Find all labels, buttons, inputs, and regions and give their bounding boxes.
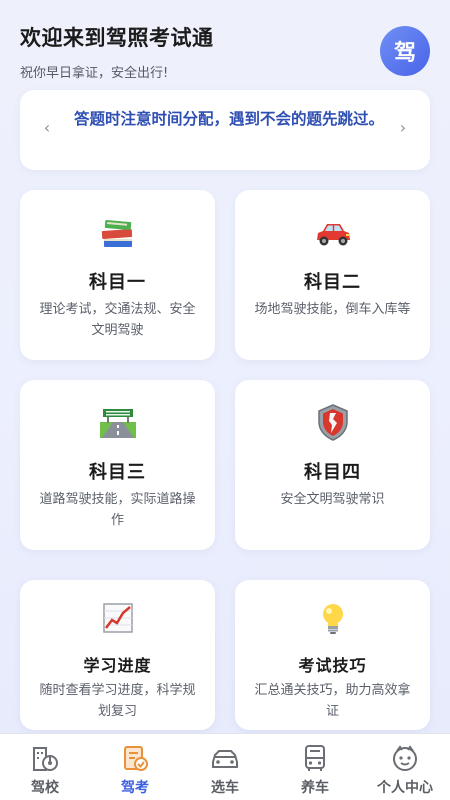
card-title: 科目四 [304, 462, 361, 483]
tab-label: 驾考 [121, 780, 149, 796]
tip-carousel: ‹ 答题时注意时间分配，遇到不会的题先跳过。 › [20, 90, 430, 170]
page-title: 欢迎来到驾照考试通 [20, 26, 214, 50]
tab-choose-car[interactable]: 选车 [180, 734, 270, 800]
road-icon [20, 402, 215, 442]
school-icon [0, 742, 90, 774]
profile-icon [360, 742, 450, 774]
tip-text: 答题时注意时间分配，遇到不会的题先跳过。 [73, 110, 384, 128]
page-subtitle: 祝你早日拿证，安全出行! [20, 66, 169, 81]
tab-label: 选车 [211, 780, 239, 796]
card-subject-two[interactable]: 科目二 场地驾驶技能，倒车入库等 [235, 190, 430, 360]
tab-driving-exam[interactable]: 驾考 [90, 734, 180, 800]
card-title: 学习进度 [83, 656, 152, 675]
car-outline-icon [180, 742, 270, 774]
card-subject-one[interactable]: 科目一 理论考试，交通法规、安全文明驾驶 [20, 190, 215, 360]
bottom-tab-bar: 驾校 驾考 选车 养车 个人中心 [0, 733, 450, 800]
car-icon [235, 212, 430, 252]
tab-profile[interactable]: 个人中心 [360, 734, 450, 800]
exam-icon [90, 742, 180, 774]
card-title: 考试技巧 [298, 656, 367, 675]
card-subject-four[interactable]: 科目四 安全文明驾驶常识 [235, 380, 430, 550]
chevron-right-icon[interactable]: › [394, 118, 412, 137]
card-description: 理论考试，交通法规、安全文明驾驶 [39, 302, 196, 338]
header: 欢迎来到驾照考试通 祝你早日拿证，安全出行! [20, 22, 214, 81]
card-description: 随时查看学习进度，科学规划复习 [39, 683, 196, 719]
card-title: 科目三 [89, 462, 146, 483]
card-description: 汇总通关技巧，助力高效拿证 [254, 683, 411, 719]
tab-label: 个人中心 [377, 780, 433, 796]
card-exam-tips[interactable]: 考试技巧 汇总通关技巧，助力高效拿证 [235, 580, 430, 730]
tab-driving-school[interactable]: 驾校 [0, 734, 90, 800]
card-title: 科目一 [89, 272, 146, 293]
card-description: 场地驾驶技能，倒车入库等 [254, 302, 411, 317]
tab-label: 驾校 [31, 780, 59, 796]
shield-icon [235, 402, 430, 442]
card-study-progress[interactable]: 学习进度 随时查看学习进度，科学规划复习 [20, 580, 215, 730]
card-subject-three[interactable]: 科目三 道路驾驶技能，实际道路操作 [20, 380, 215, 550]
avatar[interactable]: 驾 [380, 26, 430, 76]
books-icon [20, 212, 215, 252]
bus-icon [270, 742, 360, 774]
card-title: 科目二 [304, 272, 361, 293]
tab-car-care[interactable]: 养车 [270, 734, 360, 800]
chart-increasing-icon [20, 600, 215, 640]
card-description: 道路驾驶技能，实际道路操作 [39, 492, 196, 528]
tab-label: 养车 [301, 780, 329, 796]
lightbulb-icon [235, 600, 430, 640]
card-description: 安全文明驾驶常识 [280, 492, 385, 507]
chevron-left-icon[interactable]: ‹ [38, 118, 56, 137]
